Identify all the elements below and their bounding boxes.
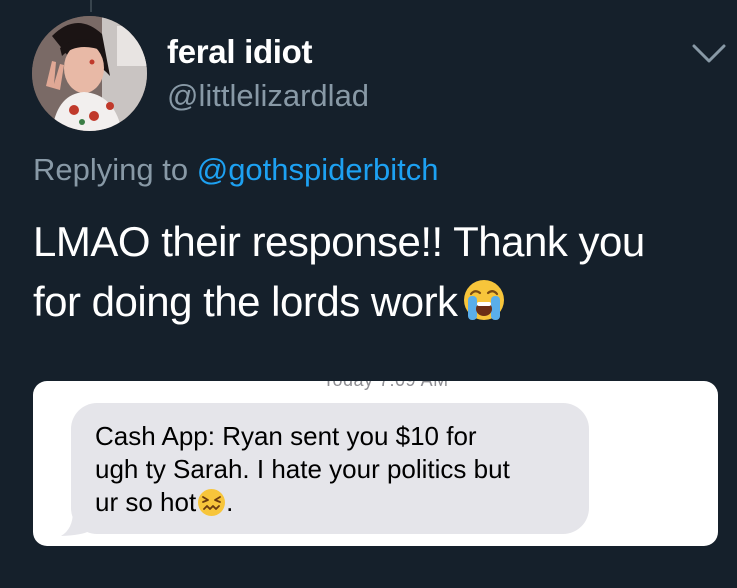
imessage-bubble: Cash App: Ryan sent you $10 for ugh ty S…: [71, 403, 589, 534]
attached-image-card[interactable]: Today 7:09 AM Cash App: Ryan sent you $1…: [33, 381, 718, 546]
tweet-text: LMAO their response!! Thank you for doin…: [33, 212, 723, 332]
message-timestamp: Today 7:09 AM: [323, 381, 449, 391]
author-display-name[interactable]: feral idiot: [167, 33, 313, 71]
imessage-text-line-2: ugh ty Sarah. I hate your politics but: [95, 454, 510, 484]
imessage-bubble-tail: [59, 511, 89, 537]
confounded-face-emoji-icon: [197, 488, 226, 517]
chevron-down-icon[interactable]: [692, 44, 726, 64]
tweet-text-line-2: for doing the lords work: [33, 278, 458, 325]
reply-to-mention-link[interactable]: @gothspiderbitch: [197, 152, 439, 187]
imessage-text-line-1: Cash App: Ryan sent you $10 for: [95, 421, 477, 451]
author-handle[interactable]: @littlelizardlad: [167, 78, 369, 114]
tweet-text-line-1: LMAO their response!! Thank you: [33, 218, 645, 265]
loudly-crying-face-emoji-icon: [462, 278, 506, 322]
imessage-text: Cash App: Ryan sent you $10 for ugh ty S…: [95, 420, 585, 519]
tweet-text-line-2-wrapper: for doing the lords work: [33, 272, 723, 332]
imessage-text-line-3-wrapper: ur so hot .: [95, 486, 585, 519]
avatar-photo: [32, 16, 147, 131]
avatar[interactable]: [32, 16, 147, 131]
imessage-text-line-3-suffix: .: [226, 487, 234, 517]
thread-connector-line: [90, 0, 92, 12]
reply-prefix: Replying to: [33, 152, 189, 187]
imessage-text-line-3: ur so hot: [95, 487, 197, 517]
reply-context: Replying to @gothspiderbitch: [33, 152, 438, 188]
